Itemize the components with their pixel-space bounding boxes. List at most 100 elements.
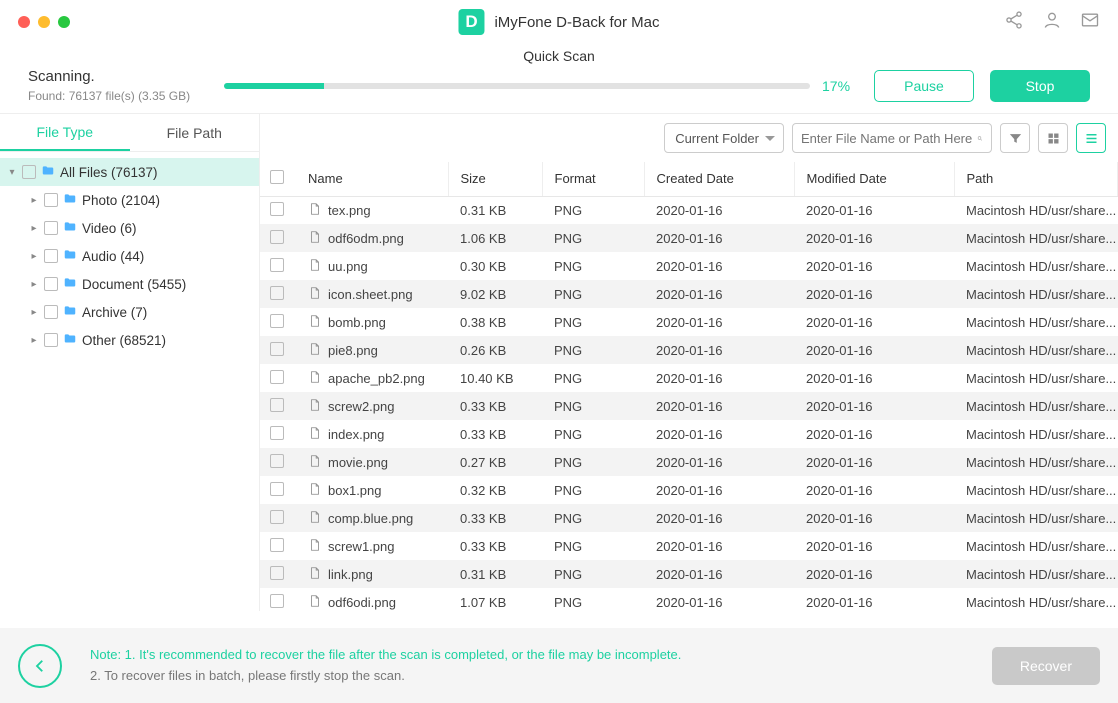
tree-item[interactable]: ▸Photo (2104) xyxy=(0,186,259,214)
folder-icon xyxy=(62,332,78,349)
row-checkbox[interactable] xyxy=(270,510,284,524)
tree-item[interactable]: ▸Audio (44) xyxy=(0,242,259,270)
maximize-window-button[interactable] xyxy=(58,16,70,28)
file-path: Macintosh HD/usr/share... xyxy=(954,364,1118,392)
col-name[interactable]: Name xyxy=(296,162,448,196)
folder-scope-select[interactable]: Current Folder xyxy=(664,123,784,153)
file-format: PNG xyxy=(542,364,644,392)
sidebar: File Type File Path ▾All Files (76137)▸P… xyxy=(0,114,260,611)
tree-checkbox[interactable] xyxy=(44,305,58,319)
tree-checkbox[interactable] xyxy=(44,221,58,235)
file-modified: 2020-01-16 xyxy=(794,560,954,588)
file-modified: 2020-01-16 xyxy=(794,392,954,420)
file-modified: 2020-01-16 xyxy=(794,476,954,504)
select-all-checkbox[interactable] xyxy=(270,170,284,184)
file-created: 2020-01-16 xyxy=(644,364,794,392)
row-checkbox[interactable] xyxy=(270,258,284,272)
pause-button[interactable]: Pause xyxy=(874,70,974,102)
row-checkbox[interactable] xyxy=(270,482,284,496)
table-row[interactable]: apache_pb2.png10.40 KBPNG2020-01-162020-… xyxy=(260,364,1118,392)
mail-icon[interactable] xyxy=(1080,10,1100,35)
col-size[interactable]: Size xyxy=(448,162,542,196)
search-icon[interactable] xyxy=(977,131,983,146)
file-name: uu.png xyxy=(328,259,368,274)
row-checkbox[interactable] xyxy=(270,230,284,244)
row-checkbox[interactable] xyxy=(270,426,284,440)
recover-button[interactable]: Recover xyxy=(992,647,1100,685)
row-checkbox[interactable] xyxy=(270,202,284,216)
tree-checkbox[interactable] xyxy=(44,193,58,207)
file-created: 2020-01-16 xyxy=(644,336,794,364)
table-row[interactable]: box1.png0.32 KBPNG2020-01-162020-01-16Ma… xyxy=(260,476,1118,504)
list-view-button[interactable] xyxy=(1076,123,1106,153)
search-box xyxy=(792,123,992,153)
file-path: Macintosh HD/usr/share... xyxy=(954,308,1118,336)
footer: Note: 1. It's recommended to recover the… xyxy=(0,628,1118,703)
row-checkbox[interactable] xyxy=(270,454,284,468)
table-row[interactable]: icon.sheet.png9.02 KBPNG2020-01-162020-0… xyxy=(260,280,1118,308)
tree-checkbox[interactable] xyxy=(44,333,58,347)
table-row[interactable]: odf6odi.png1.07 KBPNG2020-01-162020-01-1… xyxy=(260,588,1118,611)
filter-button[interactable] xyxy=(1000,123,1030,153)
table-row[interactable]: bomb.png0.38 KBPNG2020-01-162020-01-16Ma… xyxy=(260,308,1118,336)
tab-file-path[interactable]: File Path xyxy=(130,114,260,151)
stop-button[interactable]: Stop xyxy=(990,70,1090,102)
caret-icon: ▸ xyxy=(28,335,40,346)
table-row[interactable]: screw1.png0.33 KBPNG2020-01-162020-01-16… xyxy=(260,532,1118,560)
table-row[interactable]: odf6odm.png1.06 KBPNG2020-01-162020-01-1… xyxy=(260,224,1118,252)
table-row[interactable]: comp.blue.png0.33 KBPNG2020-01-162020-01… xyxy=(260,504,1118,532)
search-input[interactable] xyxy=(801,131,977,146)
file-icon xyxy=(308,313,322,332)
file-icon xyxy=(308,537,322,556)
tree-checkbox[interactable] xyxy=(22,165,36,179)
tree-checkbox[interactable] xyxy=(44,249,58,263)
table-row[interactable]: pie8.png0.26 KBPNG2020-01-162020-01-16Ma… xyxy=(260,336,1118,364)
tree-item[interactable]: ▸Other (68521) xyxy=(0,326,259,354)
row-checkbox[interactable] xyxy=(270,566,284,580)
row-checkbox[interactable] xyxy=(270,398,284,412)
tree-checkbox[interactable] xyxy=(44,277,58,291)
folder-icon xyxy=(40,164,56,181)
file-created: 2020-01-16 xyxy=(644,504,794,532)
file-format: PNG xyxy=(542,560,644,588)
close-window-button[interactable] xyxy=(18,16,30,28)
row-checkbox[interactable] xyxy=(270,370,284,384)
row-checkbox[interactable] xyxy=(270,342,284,356)
tree-item[interactable]: ▾All Files (76137) xyxy=(0,158,259,186)
table-row[interactable]: index.png0.33 KBPNG2020-01-162020-01-16M… xyxy=(260,420,1118,448)
file-modified: 2020-01-16 xyxy=(794,196,954,224)
share-icon[interactable] xyxy=(1004,10,1024,35)
row-checkbox[interactable] xyxy=(270,314,284,328)
table-row[interactable]: screw2.png0.33 KBPNG2020-01-162020-01-16… xyxy=(260,392,1118,420)
file-format: PNG xyxy=(542,448,644,476)
tab-file-type[interactable]: File Type xyxy=(0,114,130,151)
minimize-window-button[interactable] xyxy=(38,16,50,28)
file-path: Macintosh HD/usr/share... xyxy=(954,224,1118,252)
table-row[interactable]: link.png0.31 KBPNG2020-01-162020-01-16Ma… xyxy=(260,560,1118,588)
table-row[interactable]: tex.png0.31 KBPNG2020-01-162020-01-16Mac… xyxy=(260,196,1118,224)
row-checkbox[interactable] xyxy=(270,286,284,300)
account-icon[interactable] xyxy=(1042,10,1062,35)
col-path[interactable]: Path xyxy=(954,162,1118,196)
file-created: 2020-01-16 xyxy=(644,392,794,420)
row-checkbox[interactable] xyxy=(270,538,284,552)
back-button[interactable] xyxy=(18,644,62,688)
file-name: comp.blue.png xyxy=(328,511,413,526)
col-format[interactable]: Format xyxy=(542,162,644,196)
file-icon xyxy=(308,509,322,528)
col-modified[interactable]: Modified Date xyxy=(794,162,954,196)
tree-item[interactable]: ▸Archive (7) xyxy=(0,298,259,326)
table-row[interactable]: movie.png0.27 KBPNG2020-01-162020-01-16M… xyxy=(260,448,1118,476)
col-created[interactable]: Created Date xyxy=(644,162,794,196)
tree-item[interactable]: ▸Document (5455) xyxy=(0,270,259,298)
tree-item[interactable]: ▸Video (6) xyxy=(0,214,259,242)
file-created: 2020-01-16 xyxy=(644,448,794,476)
table-row[interactable]: uu.png0.30 KBPNG2020-01-162020-01-16Maci… xyxy=(260,252,1118,280)
row-checkbox[interactable] xyxy=(270,594,284,608)
grid-view-button[interactable] xyxy=(1038,123,1068,153)
scan-found-text: Found: 76137 file(s) (3.35 GB) xyxy=(28,89,208,103)
file-name: tex.png xyxy=(328,203,371,218)
file-size: 0.26 KB xyxy=(448,336,542,364)
file-icon xyxy=(308,453,322,472)
tree-label: Document (5455) xyxy=(82,277,186,292)
